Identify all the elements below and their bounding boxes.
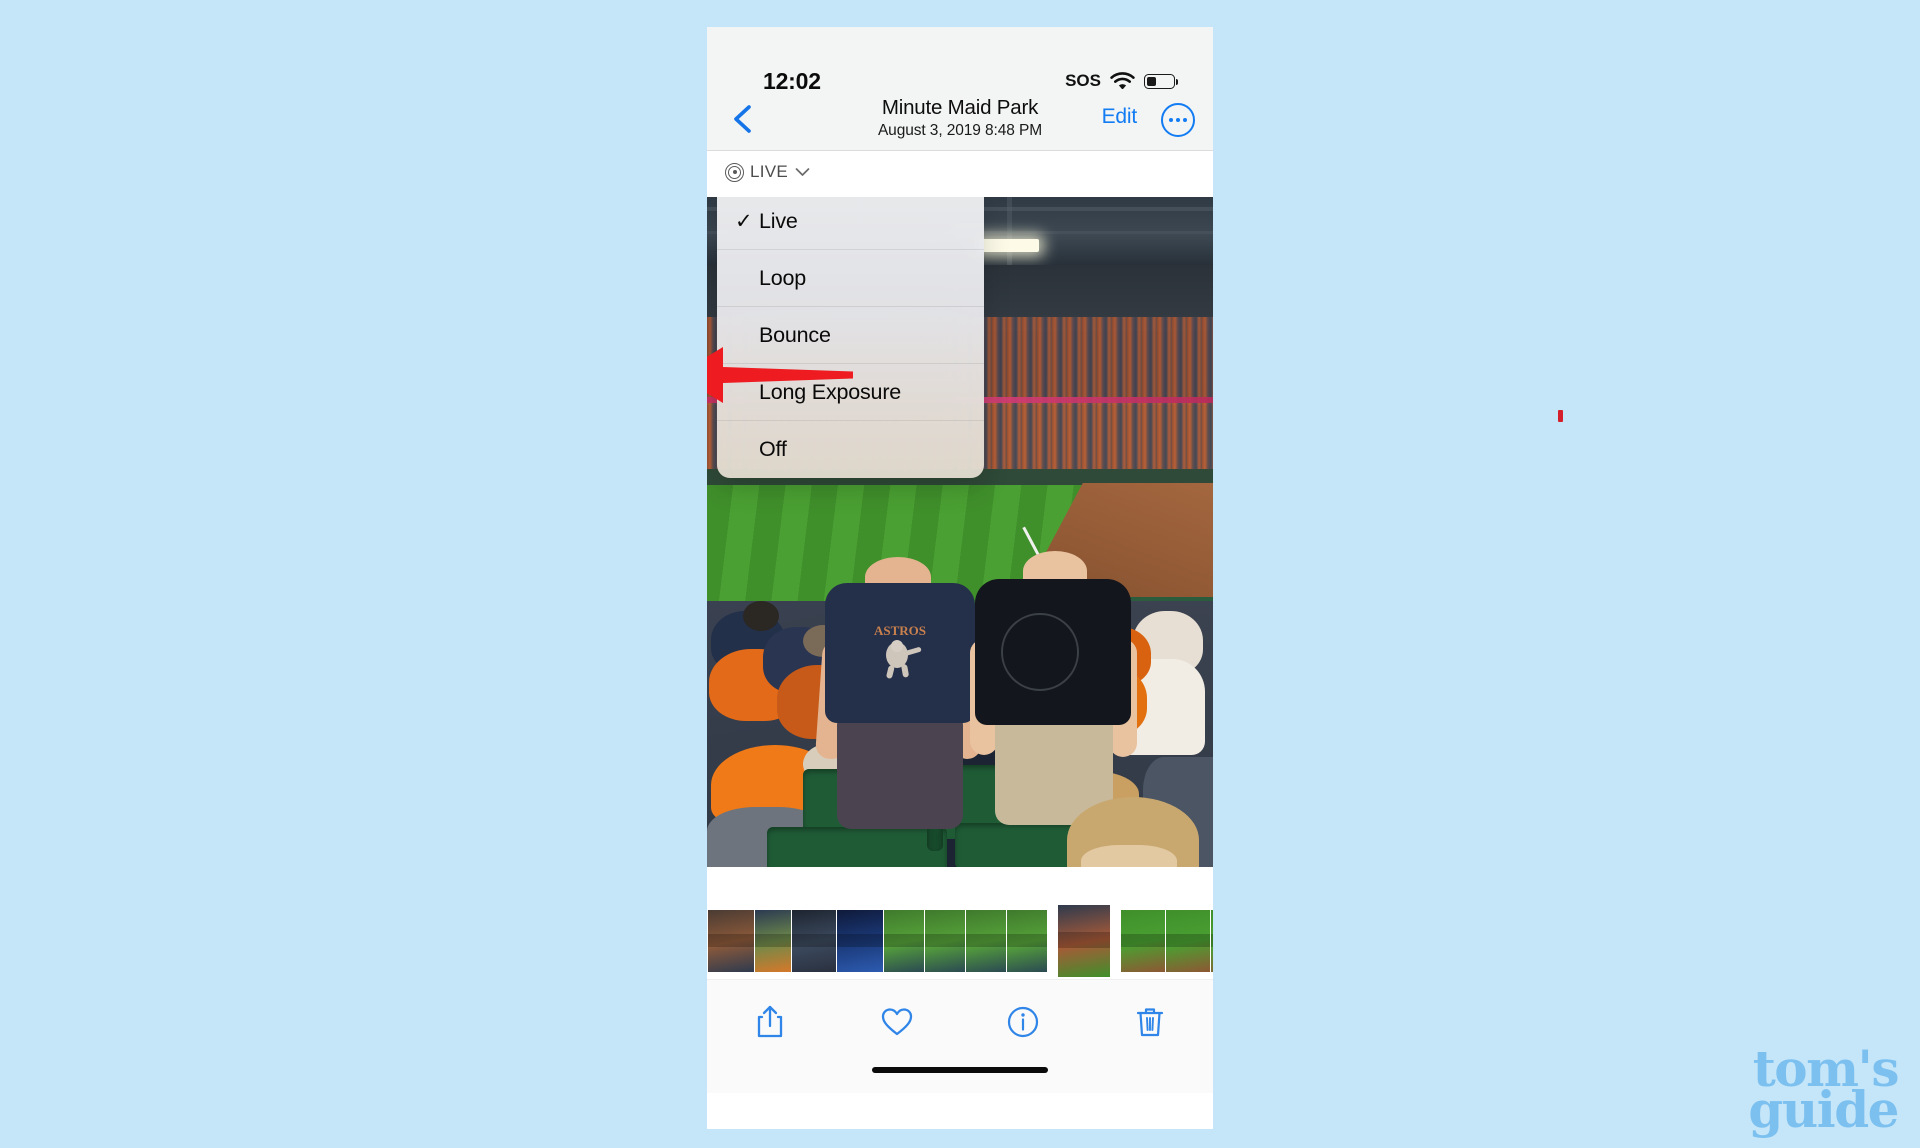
ellipsis-dot-icon (1168, 118, 1173, 122)
more-options-button[interactable] (1161, 103, 1195, 137)
live-menu-item-loop[interactable]: Loop (717, 250, 984, 307)
filmstrip-thumbnail[interactable] (884, 910, 924, 972)
photo-subject-right (970, 551, 1137, 831)
filmstrip-thumbnail[interactable] (755, 910, 791, 972)
filmstrip-thumbnail[interactable] (1121, 910, 1165, 972)
filmstrip-thumbnail[interactable] (792, 910, 836, 972)
sos-indicator: SOS (1065, 71, 1101, 90)
photo-viewer[interactable]: ASTROS ✓ Live Loop Bounce Long Exposure … (707, 197, 1213, 903)
watermark-line-2: guide (1748, 1080, 1899, 1139)
chevron-down-icon (795, 168, 810, 176)
annotation-arrow (707, 347, 853, 403)
share-icon (758, 1005, 783, 1037)
info-circle-icon (1008, 1006, 1039, 1037)
live-menu-item-off[interactable]: Off (717, 421, 984, 478)
filmstrip-thumbnail[interactable] (925, 910, 965, 972)
live-menu-item-live[interactable]: ✓ Live (717, 197, 984, 250)
ellipsis-dot-icon (1183, 118, 1188, 122)
live-photo-mode-button[interactable]: LIVE (719, 159, 816, 185)
favorite-button[interactable] (869, 996, 925, 1048)
ellipsis-dot-icon (1176, 118, 1180, 122)
live-menu-item-label: Live (759, 208, 798, 233)
filmstrip-thumbnail[interactable] (1058, 905, 1110, 977)
edit-button[interactable]: Edit (1102, 105, 1138, 129)
filmstrip-thumbnail[interactable] (1211, 910, 1213, 972)
filmstrip-thumbnail[interactable] (1166, 910, 1210, 972)
delete-button[interactable] (1122, 996, 1178, 1048)
live-menu-item-label: Loop (759, 265, 807, 290)
photo-filmstrip[interactable] (707, 903, 1213, 979)
svg-text:ASTROS: ASTROS (874, 623, 926, 638)
trash-icon (1136, 1007, 1163, 1036)
status-bar: 12:02 SOS (707, 27, 1213, 94)
home-indicator-area (707, 1063, 1213, 1093)
live-photo-icon (725, 162, 744, 182)
live-badge-bar: LIVE (707, 151, 1213, 197)
filmstrip-thumbnail[interactable] (966, 910, 1006, 972)
filmstrip-thumbnail[interactable] (708, 910, 754, 972)
iphone-screen: 12:02 SOS Minute Maid Park August 3, 201… (707, 27, 1213, 1129)
checkmark-icon: ✓ (735, 209, 753, 233)
live-badge-label: LIVE (750, 162, 789, 181)
filmstrip-thumbnail[interactable] (837, 910, 883, 972)
filmstrip-thumbnail[interactable] (1007, 910, 1047, 972)
navigation-bar: Minute Maid Park August 3, 2019 8:48 PM … (707, 89, 1213, 151)
toms-guide-watermark: tom's guide (1748, 1044, 1899, 1139)
info-button[interactable] (995, 996, 1051, 1048)
home-indicator-bar[interactable] (872, 1067, 1048, 1073)
photo-subject-left: ASTROS (814, 557, 983, 829)
photo-datetime: August 3, 2019 8:48 PM (877, 122, 1043, 139)
wifi-icon (1110, 71, 1135, 90)
red-artifact-dot (1558, 410, 1563, 422)
back-button[interactable] (725, 101, 761, 137)
photo-toolbar (707, 979, 1213, 1063)
status-bar-indicators: SOS (1065, 71, 1179, 91)
live-menu-item-label: Off (759, 437, 787, 461)
screenshot-canvas: 12:02 SOS Minute Maid Park August 3, 201… (0, 0, 1920, 1148)
page-title: Minute Maid Park (881, 96, 1039, 119)
heart-icon (881, 1007, 912, 1035)
battery-icon (1144, 73, 1179, 89)
share-button[interactable] (742, 996, 798, 1048)
nav-title-group: Minute Maid Park August 3, 2019 8:48 PM (707, 95, 1213, 141)
live-photo-mode-menu[interactable]: ✓ Live Loop Bounce Long Exposure Off (717, 197, 984, 478)
live-menu-item-label: Bounce (759, 322, 831, 347)
